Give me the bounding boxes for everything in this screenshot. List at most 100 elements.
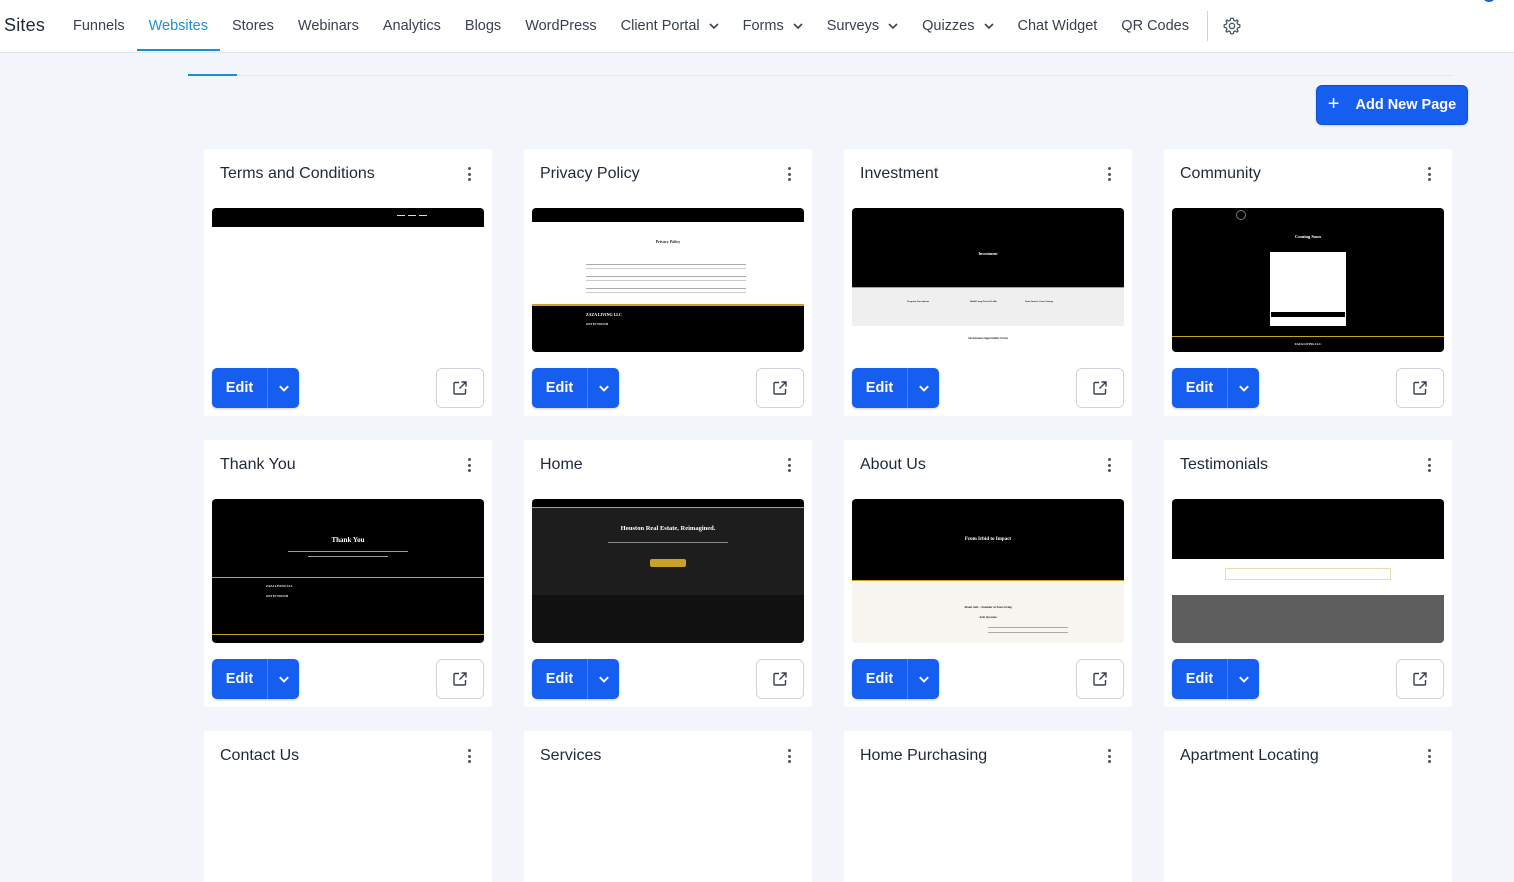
more-options-icon[interactable] — [1424, 166, 1434, 182]
open-external-button[interactable] — [1396, 368, 1444, 408]
edit-button[interactable]: Edit — [852, 368, 907, 408]
tab-wordpress[interactable]: WordPress — [513, 0, 608, 52]
page-thumbnail[interactable]: Thank You ZAZA LIVING LLC GET IN TOUCH — [212, 499, 484, 643]
more-options-icon[interactable] — [1424, 748, 1434, 764]
page-thumbnail[interactable]: Coming Soon ZAZA LIVING LLC — [1172, 208, 1444, 352]
more-options-icon[interactable] — [784, 457, 794, 473]
open-external-button[interactable] — [436, 368, 484, 408]
tab-label: Forms — [742, 18, 784, 34]
nav-divider — [1207, 11, 1208, 41]
edit-dropdown-button[interactable] — [267, 368, 299, 408]
edit-dropdown-button[interactable] — [587, 368, 619, 408]
tab-analytics[interactable]: Analytics — [371, 0, 453, 52]
tab-surveys[interactable]: Surveys — [815, 0, 910, 52]
settings-button[interactable] — [1222, 0, 1242, 52]
tab-blogs[interactable]: Blogs — [453, 0, 513, 52]
page-thumbnail[interactable]: Privacy Policy ZAZA LIVING LLC GET IN TO… — [532, 208, 804, 352]
tab-label: QR Codes — [1121, 18, 1189, 34]
page-card-title: Home Purchasing — [860, 747, 988, 764]
open-external-button[interactable] — [1076, 659, 1124, 699]
more-options-icon[interactable] — [1104, 457, 1114, 473]
thumbnail-sub2: Aziz Qwasme — [979, 615, 997, 619]
edit-button-group: Edit — [1172, 368, 1259, 408]
more-options-icon[interactable] — [1104, 166, 1114, 182]
more-options-icon[interactable] — [464, 457, 474, 473]
edit-button[interactable]: Edit — [852, 659, 907, 699]
tab-webinars[interactable]: Webinars — [286, 0, 371, 52]
thumbnail-footer: ZAZA LIVING LLC — [586, 312, 622, 317]
thumbnail-col: Start Smart, Grow Strong — [1025, 300, 1053, 303]
more-options-icon[interactable] — [464, 748, 474, 764]
tab-chat-widget[interactable]: Chat Widget — [1006, 0, 1110, 52]
open-external-button[interactable] — [1076, 368, 1124, 408]
page-card-testimonials: Testimonials Edit — [1164, 440, 1452, 707]
app-title: Sites — [4, 15, 46, 35]
chevron-down-icon — [983, 23, 994, 30]
thumbnail-footer-sub: GET IN TOUCH — [586, 322, 609, 326]
edit-dropdown-button[interactable] — [1227, 368, 1259, 408]
more-options-icon[interactable] — [1424, 457, 1434, 473]
external-link-icon — [1413, 672, 1427, 686]
tab-forms[interactable]: Forms — [731, 0, 815, 52]
page-thumbnail[interactable] — [1172, 499, 1444, 643]
chevron-down-icon — [278, 385, 289, 392]
open-external-button[interactable] — [436, 659, 484, 699]
add-new-page-button[interactable]: + Add New Page — [1316, 85, 1468, 125]
tab-label: Analytics — [382, 18, 441, 34]
page-thumbnail[interactable] — [212, 208, 484, 352]
edit-dropdown-button[interactable] — [1227, 659, 1259, 699]
chevron-down-icon — [278, 676, 289, 683]
thumbnail-footer: ZAZA LIVING LLC — [266, 584, 293, 588]
tab-label: Quizzes — [922, 18, 975, 34]
edit-dropdown-button[interactable] — [907, 368, 939, 408]
page-thumbnail[interactable]: Houston Real Estate, Reimagined. — [532, 499, 804, 643]
chevron-down-icon — [709, 23, 719, 30]
tab-stores[interactable]: Stores — [220, 0, 286, 52]
tab-label: WordPress — [525, 18, 597, 34]
edit-button-group: Edit — [1172, 659, 1259, 699]
edit-dropdown-button[interactable] — [587, 659, 619, 699]
open-external-button[interactable] — [1396, 659, 1444, 699]
thumbnail-heading: Houston Real Estate, Reimagined. — [620, 525, 716, 532]
tab-qr-codes[interactable]: QR Codes — [1109, 0, 1201, 52]
page-thumbnail[interactable]: Investment Property Investment Build Lon… — [852, 208, 1124, 352]
edit-button[interactable]: Edit — [212, 659, 267, 699]
more-options-icon[interactable] — [1104, 748, 1114, 764]
edit-button-group: Edit — [212, 659, 299, 699]
edit-button[interactable]: Edit — [532, 368, 587, 408]
edit-button[interactable]: Edit — [1172, 659, 1227, 699]
page-card-community: Community Coming Soon ZAZA LIVING LLC Ed… — [1164, 149, 1452, 416]
thumbnail-sub: About Aziz – Founder of Zaza Living — [964, 605, 1012, 609]
tab-funnels[interactable]: Funnels — [61, 0, 137, 52]
chevron-down-icon — [598, 385, 609, 392]
open-external-button[interactable] — [756, 659, 804, 699]
add-new-page-label: Add New Page — [1355, 97, 1457, 113]
edit-button[interactable]: Edit — [1172, 368, 1227, 408]
edit-button[interactable]: Edit — [212, 368, 267, 408]
page-card-title: Community — [1180, 165, 1261, 182]
open-external-button[interactable] — [756, 368, 804, 408]
edit-button-group: Edit — [532, 659, 619, 699]
chevron-down-icon — [598, 676, 609, 683]
external-link-icon — [1413, 381, 1427, 395]
tab-client-portal[interactable]: Client Portal — [609, 0, 731, 52]
page-thumbnail[interactable]: From Irbid to Impact About Aziz – Founde… — [852, 499, 1124, 643]
more-options-icon[interactable] — [464, 166, 474, 182]
tab-label: Websites — [148, 18, 208, 34]
tab-label: Funnels — [73, 18, 125, 34]
top-navigation-bar: Sites Funnels Websites Stores Webinars A… — [0, 0, 1514, 53]
thumbnail-heading: From Irbid to Impact — [964, 537, 1012, 542]
page-card-title: Investment — [860, 165, 939, 182]
avatar[interactable] — [1482, 0, 1496, 2]
tab-quizzes[interactable]: Quizzes — [910, 0, 1005, 52]
thumbnail-footer: ZAZA LIVING LLC — [1294, 342, 1322, 346]
edit-dropdown-button[interactable] — [267, 659, 299, 699]
page-card-title: Apartment Locating — [1180, 747, 1319, 764]
more-options-icon[interactable] — [784, 748, 794, 764]
edit-dropdown-button[interactable] — [907, 659, 939, 699]
thumbnail-heading: Thank You — [331, 536, 365, 544]
edit-button[interactable]: Edit — [532, 659, 587, 699]
tab-websites[interactable]: Websites — [136, 0, 221, 52]
more-options-icon[interactable] — [784, 166, 794, 182]
gear-icon — [1223, 17, 1241, 35]
